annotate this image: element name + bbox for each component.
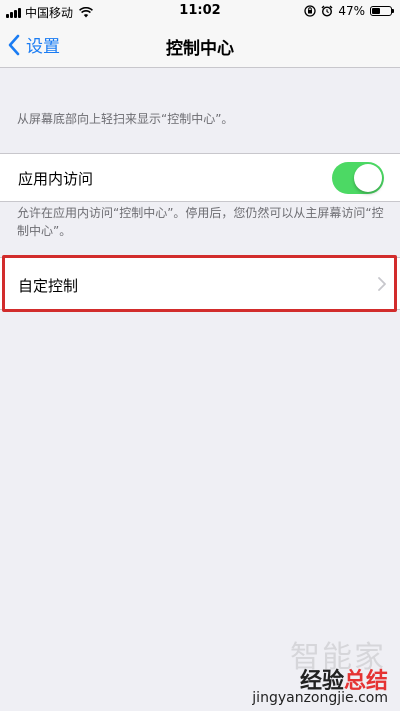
highlight-box (2, 255, 397, 312)
access-in-apps-toggle[interactable] (332, 162, 384, 194)
access-in-apps-row: 应用内访问 (0, 153, 400, 202)
page-title: 控制中心 (166, 39, 234, 59)
access-in-apps-label: 应用内访问 (18, 170, 94, 188)
orientation-lock-icon (304, 5, 316, 17)
battery-fill (372, 8, 380, 14)
access-in-apps-footer: 允许在应用内访问“控制中心”。停用后，您仍然可以从主屏幕访问“控制中心”。 (17, 206, 384, 238)
toggle-knob (354, 164, 382, 192)
section-header: 从屏幕底部向上轻扫来显示“控制中心”。 (17, 112, 234, 126)
navigation-bar: 设置 控制中心 (0, 22, 400, 68)
status-bar: 中国移动 11:02 47% (0, 0, 400, 22)
battery-icon (370, 6, 394, 16)
battery-percent: 47% (338, 4, 365, 18)
alarm-icon (321, 5, 333, 17)
watermark-url: jingyanzongjie.com (252, 690, 388, 706)
status-right: 47% (304, 4, 394, 18)
